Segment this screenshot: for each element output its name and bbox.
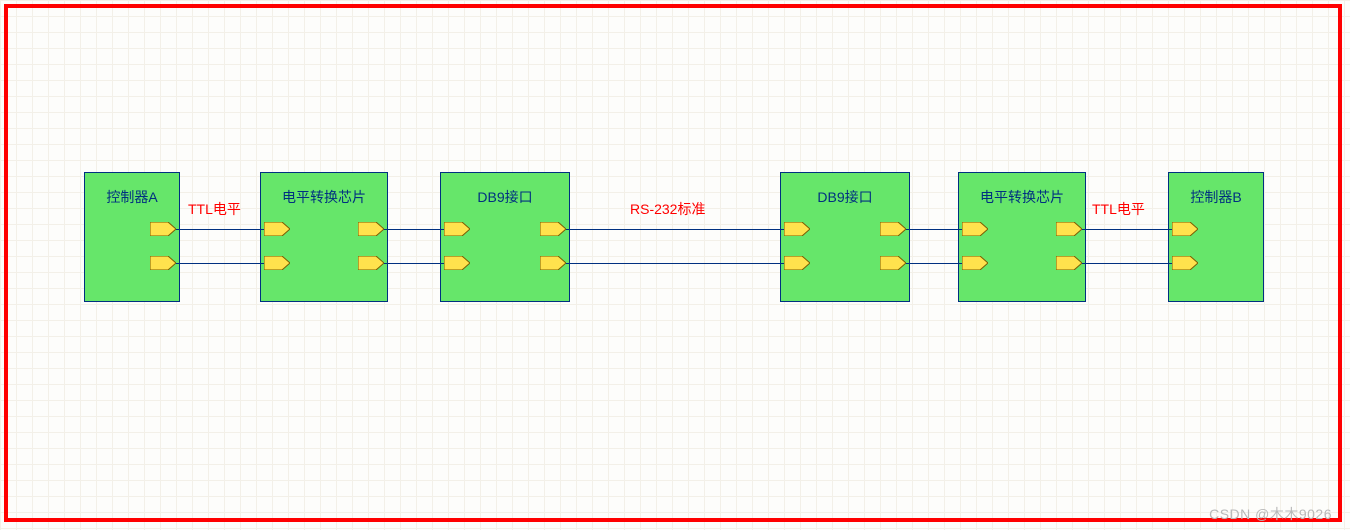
wire [906,229,962,230]
pin-icon [784,222,810,236]
pin-icon [358,256,384,270]
block-title: 控制器B [1169,187,1263,207]
block-title: DB9接口 [441,187,569,207]
wire [566,229,784,230]
link-label-ttl-right: TTL电平 [1092,199,1145,219]
pin-icon [1172,256,1198,270]
pin-icon [784,256,810,270]
block-level-converter-right: 电平转换芯片 [958,172,1086,302]
block-level-converter-left: 电平转换芯片 [260,172,388,302]
link-label-rs232: RS-232标准 [630,199,705,219]
wire [566,263,784,264]
pin-icon [1056,256,1082,270]
watermark: CSDN @木木9026 [1209,504,1332,524]
block-controller-b: 控制器B [1168,172,1264,302]
pin-icon [358,222,384,236]
wire [1082,229,1172,230]
pin-icon [1056,222,1082,236]
pin-icon [540,256,566,270]
pin-icon [264,222,290,236]
block-db9-right: DB9接口 [780,172,910,302]
block-title: 电平转换芯片 [261,187,387,207]
block-controller-a: 控制器A [84,172,180,302]
block-title: DB9接口 [781,187,909,207]
wire [176,263,264,264]
pin-icon [880,222,906,236]
pin-icon [444,222,470,236]
wire [1082,263,1172,264]
pin-icon [1172,222,1198,236]
pin-icon [540,222,566,236]
wire [176,229,264,230]
wire [906,263,962,264]
block-title: 控制器A [85,187,179,207]
pin-icon [150,256,176,270]
wire [384,229,444,230]
pin-icon [150,222,176,236]
pin-icon [962,256,988,270]
pin-icon [264,256,290,270]
pin-icon [962,222,988,236]
pin-icon [444,256,470,270]
link-label-ttl-left: TTL电平 [188,199,241,219]
pin-icon [880,256,906,270]
wire [384,263,444,264]
block-db9-left: DB9接口 [440,172,570,302]
block-title: 电平转换芯片 [959,187,1085,207]
